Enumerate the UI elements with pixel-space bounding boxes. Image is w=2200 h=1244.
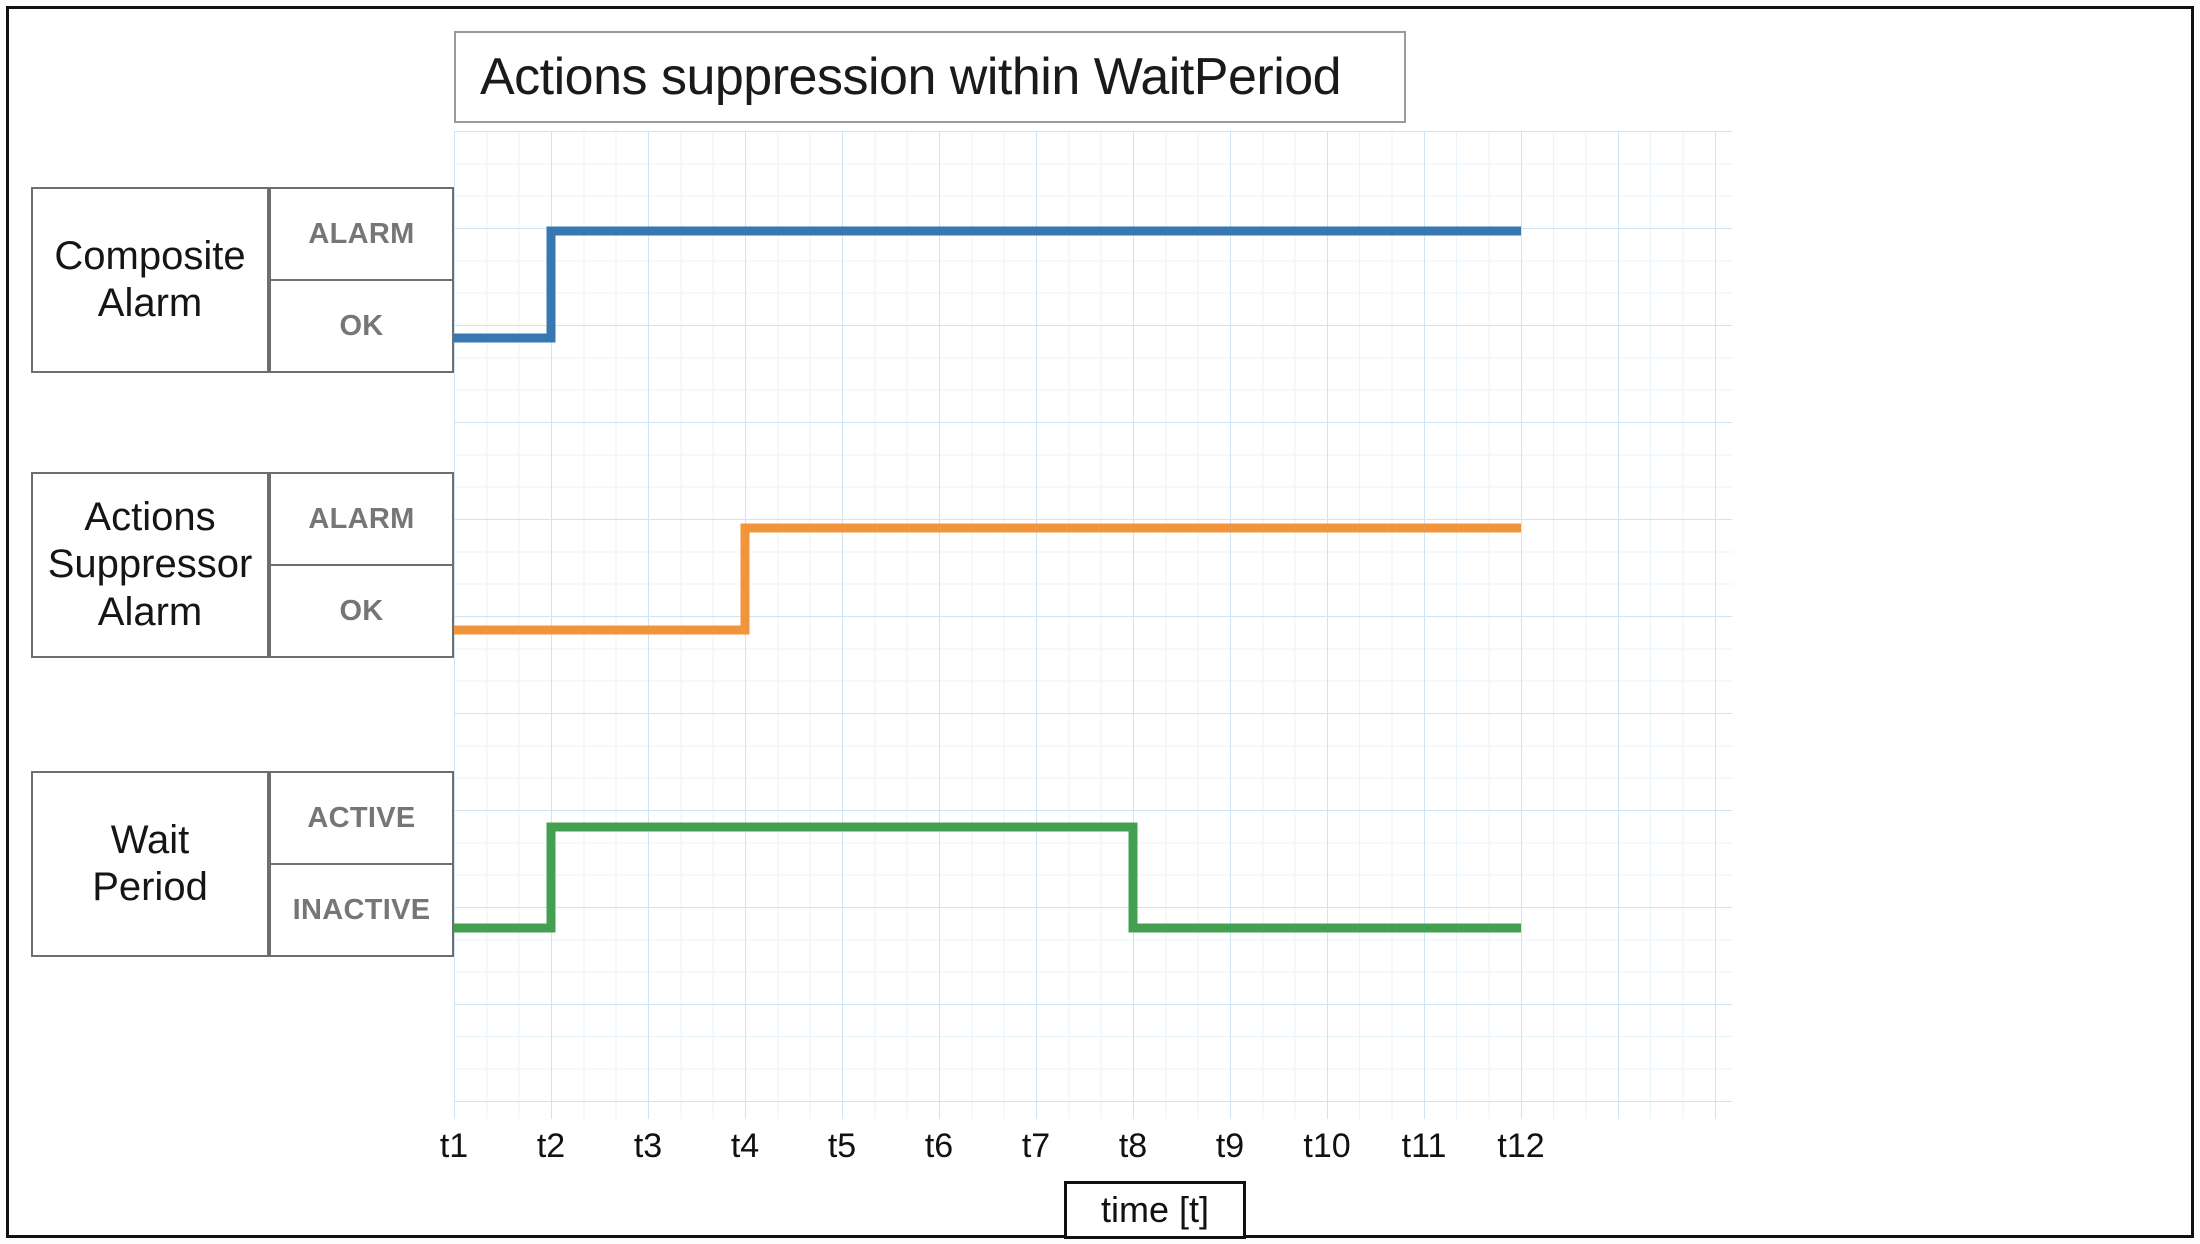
row-label-composite-alarm: Composite Alarm bbox=[31, 187, 269, 373]
state-label-composite-alarm-high: ALARM bbox=[269, 187, 454, 280]
chart-title-box: Actions suppression within WaitPeriod bbox=[454, 31, 1406, 123]
x-tick-label-t1: t1 bbox=[439, 1127, 469, 1165]
state-label-composite-alarm-low: OK bbox=[269, 280, 454, 373]
trace-wait-period bbox=[454, 822, 1521, 933]
diagram-frame: Actions suppression within WaitPeriod Co… bbox=[6, 6, 2194, 1239]
trace-actions-suppressor-alarm bbox=[454, 523, 1521, 635]
state-label-actions-suppressor-alarm-low: OK bbox=[269, 565, 454, 658]
x-tick-label-t4: t4 bbox=[730, 1127, 760, 1165]
x-tick-label-t11: t11 bbox=[1401, 1127, 1447, 1165]
row-group-actions-suppressor-alarm: Actions Suppressor Alarm ALARM OK bbox=[31, 472, 454, 658]
x-tick-label-t6: t6 bbox=[924, 1127, 954, 1165]
diagram-canvas: Actions suppression within WaitPeriod Co… bbox=[0, 0, 2200, 1244]
x-tick-label-t7: t7 bbox=[1021, 1127, 1051, 1165]
row-states-actions-suppressor-alarm: ALARM OK bbox=[269, 472, 454, 658]
x-tick-label-t12: t12 bbox=[1497, 1127, 1545, 1165]
x-tick-label-t3: t3 bbox=[633, 1127, 663, 1165]
x-tick-label-t5: t5 bbox=[827, 1127, 857, 1165]
chart-title: Actions suppression within WaitPeriod bbox=[480, 48, 1342, 106]
x-axis-title: time [t] bbox=[1100, 1189, 1210, 1230]
trace-composite-alarm bbox=[454, 226, 1521, 343]
row-group-wait-period: Wait Period ACTIVE INACTIVE bbox=[31, 771, 454, 957]
waveform-traces bbox=[454, 226, 1521, 933]
x-tick-label-t10: t10 bbox=[1303, 1127, 1351, 1165]
state-label-actions-suppressor-alarm-high: ALARM bbox=[269, 472, 454, 565]
x-axis-title-box: time [t] bbox=[1064, 1181, 1246, 1239]
row-states-wait-period: ACTIVE INACTIVE bbox=[269, 771, 454, 957]
state-label-wait-period-low: INACTIVE bbox=[269, 864, 454, 957]
row-states-composite-alarm: ALARM OK bbox=[269, 187, 454, 373]
row-label-text: Composite Alarm bbox=[54, 233, 246, 325]
x-tick-label-t9: t9 bbox=[1215, 1127, 1245, 1165]
state-label-wait-period-high: ACTIVE bbox=[269, 771, 454, 864]
row-group-composite-alarm: Composite Alarm ALARM OK bbox=[31, 187, 454, 373]
row-label-actions-suppressor-alarm: Actions Suppressor Alarm bbox=[31, 472, 269, 658]
row-label-wait-period: Wait Period bbox=[31, 771, 269, 957]
x-tick-label-t2: t2 bbox=[536, 1127, 566, 1165]
row-label-text: Wait Period bbox=[92, 817, 208, 909]
row-label-text: Actions Suppressor Alarm bbox=[47, 495, 253, 634]
x-tick-label-t8: t8 bbox=[1118, 1127, 1148, 1165]
x-axis-tick-labels: t1 t2 t3 t4 t5 t6 t7 t8 t9 t10 t11 t12 bbox=[440, 1127, 1732, 1175]
